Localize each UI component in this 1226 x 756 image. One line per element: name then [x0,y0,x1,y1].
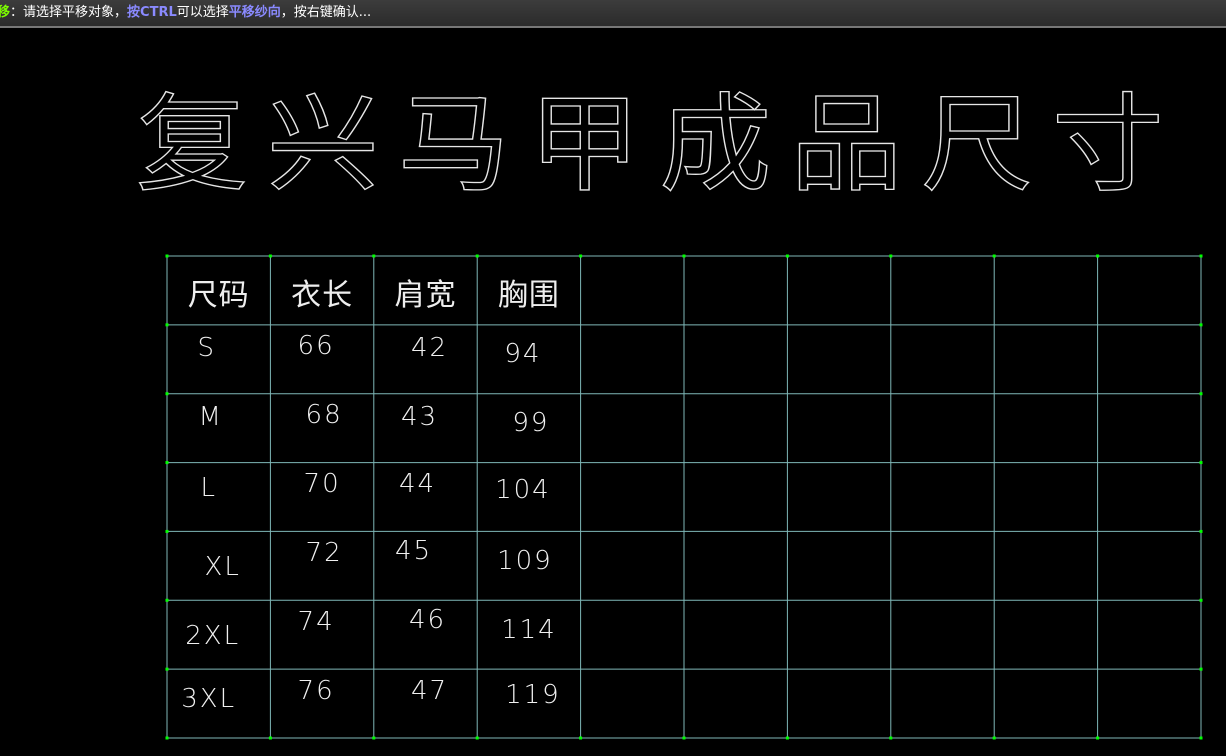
prompt-segment: 可以选择 [176,5,229,20]
prompt-segment: ：请选择平移对象， [10,5,128,20]
measurement-cell: 46 [408,604,447,635]
vertex-marker[interactable] [165,529,169,533]
vertex-marker[interactable] [785,254,789,258]
vertex-marker[interactable] [1199,392,1203,396]
measurement-cell: 74 [297,606,335,637]
cad-window: 移：请选择平移对象，按CTRL可以选择平移纱向，按右键确认... 复兴马甲成品尺… [0,0,1226,756]
measurement-cell: 45 [394,535,433,566]
vertex-marker[interactable] [268,254,272,258]
size-label-cell: XL [204,551,241,582]
table-header-cell: 衣长 [291,278,354,314]
vertex-marker[interactable] [889,254,893,258]
vertex-marker[interactable] [165,323,169,327]
vertex-marker[interactable] [1199,736,1203,740]
measurement-cell: 42 [410,333,449,364]
measurement-cell: 47 [410,675,449,706]
size-label-cell: 2XL [185,620,241,651]
vertex-marker[interactable] [682,254,686,258]
measurement-cell: 109 [497,545,553,576]
vertex-marker[interactable] [1199,529,1203,533]
vertex-marker[interactable] [1096,254,1100,258]
vertex-marker[interactable] [165,461,169,465]
table-header-cell: 胸围 [497,278,560,314]
measurement-cell: 72 [305,537,343,568]
measurement-cell: 94 [504,339,542,370]
vertex-marker[interactable] [475,736,479,740]
vertex-marker[interactable] [682,736,686,740]
vertex-marker[interactable] [579,254,583,258]
measurement-cell: 76 [297,675,335,706]
vertex-marker[interactable] [992,254,996,258]
measurement-cell: 44 [398,469,437,499]
command-name: 移 [0,5,10,20]
vertex-marker[interactable] [1199,598,1203,602]
measurement-cell: 99 [512,408,550,439]
size-label-cell: 3XL [181,683,237,714]
vertex-marker[interactable] [268,736,272,740]
prompt-segment: ，按右键确认... [280,5,372,20]
vertex-marker[interactable] [1199,323,1203,327]
table-header-cell: 肩宽 [394,278,457,314]
command-prompt-bar: 移：请选择平移对象，按CTRL可以选择平移纱向，按右键确认... [0,0,1226,28]
measurement-cell: 68 [305,400,343,431]
vertex-marker[interactable] [475,254,479,258]
vertex-marker[interactable] [579,736,583,740]
measurement-cell: 104 [495,475,551,505]
measurement-cell: 114 [501,614,557,645]
size-label-cell: S [197,333,216,364]
vertex-marker[interactable] [165,667,169,671]
drawing-canvas[interactable]: 复兴马甲成品尺寸 尺码 衣长 肩宽 胸围 S 66 42 94 M 68 43 99 L 70 44 104 X… [0,30,1226,756]
table-header-cell: 尺码 [187,278,250,314]
vertex-marker[interactable] [165,598,169,602]
size-label-cell: L [200,473,217,503]
vertex-marker[interactable] [1199,461,1203,465]
vertex-marker[interactable] [1199,667,1203,671]
vertex-marker[interactable] [165,254,169,258]
measurement-cell: 119 [505,679,561,710]
vertex-marker[interactable] [372,254,376,258]
prompt-segment: 平移纱向 [228,5,281,20]
vertex-marker[interactable] [1096,736,1100,740]
vertex-marker[interactable] [165,392,169,396]
vertex-marker[interactable] [165,736,169,740]
vertex-marker[interactable] [889,736,893,740]
vertex-marker[interactable] [992,736,996,740]
measurement-cell: 43 [400,402,439,433]
prompt-segment: 按CTRL [127,5,177,20]
measurement-cell: 70 [303,469,341,499]
vertex-marker[interactable] [1199,254,1203,258]
size-label-cell: M [198,402,223,433]
vertex-marker[interactable] [372,736,376,740]
vertex-marker[interactable] [785,736,789,740]
measurement-cell: 66 [297,331,335,362]
command-prompt-text: ：请选择平移对象，按CTRL可以选择平移纱向，按右键确认... [10,5,371,20]
